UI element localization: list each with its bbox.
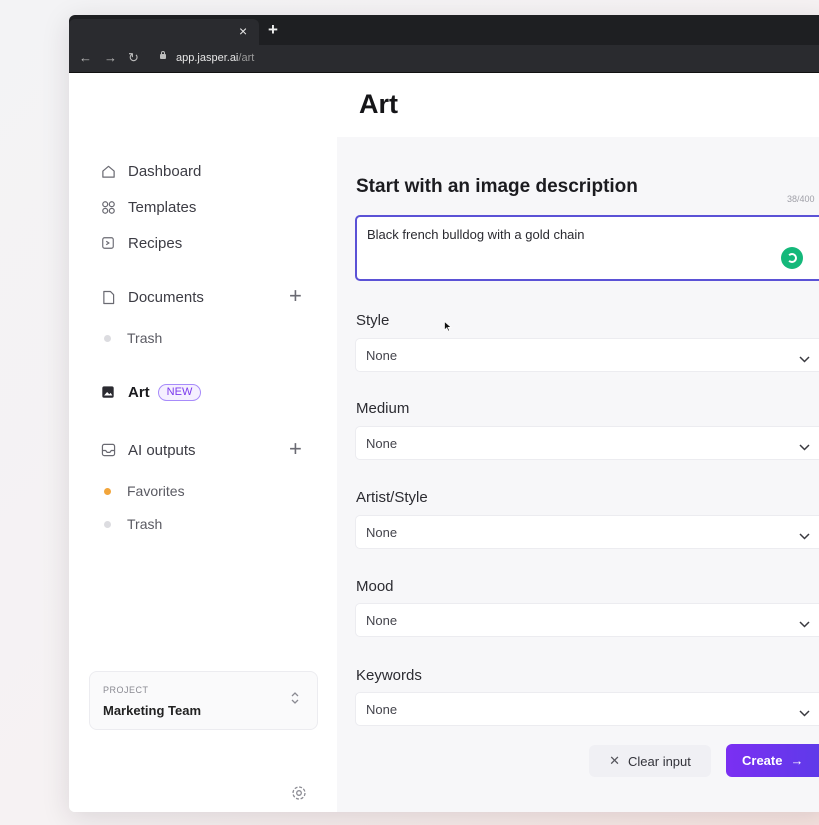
- new-badge: NEW: [157, 383, 202, 401]
- sidebar-item-art[interactable]: Art NEW: [100, 382, 202, 402]
- clear-input-label: Clear input: [628, 753, 691, 769]
- url-field[interactable]: app.jasper.ai/art: [176, 52, 254, 64]
- sidebar: Dashboard Templates Recipes Documents + …: [69, 73, 337, 812]
- dot-orange-icon: [104, 487, 111, 495]
- grid-icon: [100, 199, 116, 215]
- project-selector[interactable]: PROJECT Marketing Team: [89, 671, 318, 730]
- page-header: Art: [337, 73, 819, 137]
- chevron-down-icon: [799, 615, 810, 633]
- artist-style-value: None: [366, 525, 398, 540]
- home-icon: [100, 163, 116, 179]
- artist-style-label: Artist/Style: [356, 489, 428, 506]
- document-icon: [100, 289, 116, 305]
- mouse-cursor-icon: [444, 319, 452, 337]
- style-value: None: [366, 348, 398, 363]
- chevron-down-icon: [799, 350, 810, 368]
- section-title: Start with an image description: [356, 176, 638, 197]
- sidebar-item-dashboard[interactable]: Dashboard: [100, 161, 201, 181]
- forward-icon[interactable]: →: [104, 50, 117, 66]
- reload-icon[interactable]: ↻: [128, 50, 139, 66]
- medium-value: None: [366, 436, 398, 451]
- style-select[interactable]: None: [355, 338, 819, 372]
- sidebar-item-ai-outputs[interactable]: AI outputs: [100, 440, 196, 460]
- project-name: Marketing Team: [103, 703, 202, 718]
- sidebar-item-ai-outputs-trash[interactable]: Trash: [100, 514, 162, 534]
- mood-select[interactable]: None: [355, 603, 819, 637]
- sidebar-item-label: AI outputs: [128, 441, 196, 459]
- lock-icon: [160, 51, 166, 59]
- arrow-right-icon: →: [790, 753, 804, 768]
- sidebar-item-documents[interactable]: Documents: [100, 287, 204, 307]
- back-icon[interactable]: ←: [79, 50, 92, 66]
- recipe-icon: [100, 235, 116, 251]
- sidebar-item-templates[interactable]: Templates: [100, 197, 196, 217]
- add-document-icon[interactable]: +: [289, 285, 302, 307]
- style-label: Style: [356, 312, 390, 329]
- sidebar-item-label: Trash: [127, 516, 163, 532]
- create-button[interactable]: Create →: [726, 744, 819, 777]
- project-caption: PROJECT: [103, 685, 149, 695]
- page-title: Art: [359, 89, 398, 119]
- medium-select[interactable]: None: [355, 426, 819, 460]
- create-label: Create: [742, 753, 783, 768]
- mood-label: Mood: [356, 578, 394, 595]
- clear-input-button[interactable]: ✕ Clear input: [589, 745, 711, 777]
- browser-tab[interactable]: ×: [69, 19, 259, 45]
- keywords-label: Keywords: [356, 667, 422, 684]
- dot-icon: [104, 334, 111, 342]
- sidebar-item-label: Art: [128, 383, 150, 401]
- sidebar-item-label: Dashboard: [128, 162, 202, 180]
- medium-label: Medium: [356, 400, 410, 417]
- inbox-icon: [100, 442, 116, 458]
- image-description-input[interactable]: Black french bulldog with a gold chain: [355, 215, 819, 281]
- sidebar-item-documents-trash[interactable]: Trash: [100, 328, 162, 348]
- sidebar-item-label: Templates: [128, 198, 197, 216]
- sidebar-item-label: Recipes: [128, 234, 183, 252]
- chevron-down-icon: [799, 527, 810, 545]
- sidebar-item-label: Trash: [127, 330, 163, 346]
- mood-value: None: [366, 613, 398, 628]
- tab-close-icon[interactable]: ×: [239, 23, 247, 39]
- sidebar-item-label: Documents: [128, 288, 204, 306]
- gear-icon[interactable]: [291, 785, 307, 806]
- artist-style-select[interactable]: None: [355, 515, 819, 549]
- browser-window: × + ← → ↻ app.jasper.ai/art Dashboard Te…: [69, 15, 819, 812]
- url-path: /art: [238, 52, 255, 64]
- chevron-down-icon: [799, 438, 810, 456]
- keywords-select[interactable]: None: [355, 692, 819, 726]
- add-ai-output-icon[interactable]: +: [289, 438, 302, 460]
- character-counter: 38/400: [787, 194, 815, 204]
- sidebar-item-recipes[interactable]: Recipes: [100, 233, 182, 253]
- close-icon: ✕: [609, 753, 621, 768]
- sidebar-item-favorites[interactable]: Favorites: [100, 481, 185, 501]
- sidebar-item-label: Favorites: [127, 483, 185, 499]
- image-icon: [100, 384, 116, 400]
- chevron-down-icon: [799, 704, 810, 722]
- address-bar: ← → ↻ app.jasper.ai/art: [69, 45, 819, 73]
- image-description-value: Black french bulldog with a gold chain: [367, 227, 585, 242]
- url-host: app.jasper.ai: [176, 52, 239, 64]
- keywords-value: None: [366, 702, 398, 717]
- main-panel: Art Start with an image description 38/4…: [337, 73, 819, 812]
- chevron-up-down-icon: [290, 691, 300, 710]
- browser-tab-bar: × +: [69, 15, 819, 45]
- new-tab-icon[interactable]: +: [268, 21, 278, 38]
- dot-icon: [104, 520, 111, 528]
- loading-spinner-icon: [781, 247, 803, 269]
